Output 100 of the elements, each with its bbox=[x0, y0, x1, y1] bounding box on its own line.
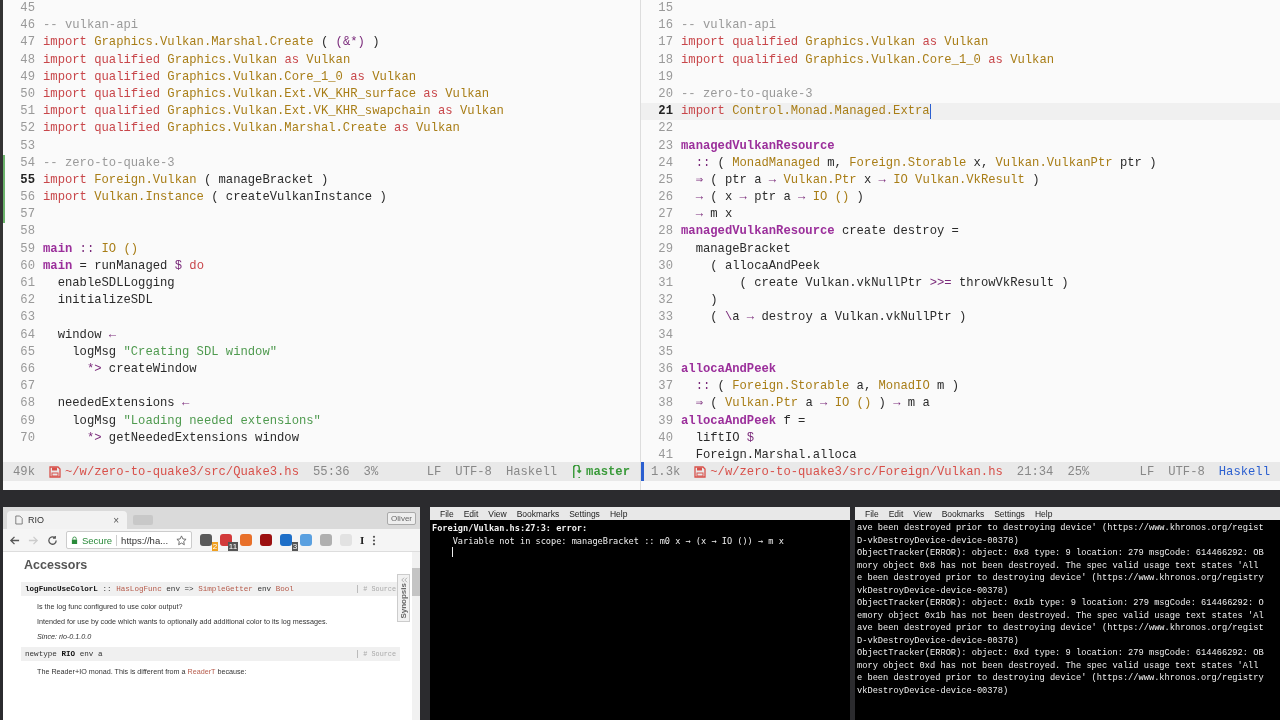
code-line: neededExtensions ← bbox=[56, 395, 190, 413]
code-line: import qualified Graphics.Vulkan.Ext.VK_KHR_surface as Vulkan bbox=[43, 85, 490, 103]
menu-item[interactable]: Help bbox=[1034, 508, 1053, 519]
line-number: 58 bbox=[19, 223, 36, 241]
menu-item[interactable]: Edit bbox=[463, 508, 479, 519]
line-ending: LF bbox=[426, 464, 442, 479]
line-number: 23 bbox=[657, 137, 674, 155]
line-ending: LF bbox=[1139, 464, 1155, 479]
major-mode: Haskell bbox=[505, 464, 558, 479]
line-number: 51 bbox=[19, 103, 36, 121]
line-number: 32 bbox=[657, 292, 674, 310]
line-number: 18 bbox=[657, 51, 674, 69]
code-line: import Foreign.Vulkan ( manageBracket ) bbox=[43, 171, 329, 189]
line-number: 21 bbox=[657, 103, 674, 121]
code-line: liftIO $ bbox=[694, 429, 755, 447]
code-line: import Graphics.Vulkan.Marshal.Create ( (&*) ) bbox=[43, 34, 380, 52]
line-number: 35 bbox=[657, 343, 674, 361]
menu-item[interactable]: View bbox=[488, 508, 507, 519]
line-number: 49 bbox=[19, 68, 36, 86]
browser-tab[interactable]: RIO × bbox=[7, 511, 127, 529]
line-number: 27 bbox=[657, 206, 674, 224]
major-mode: Haskell bbox=[1218, 464, 1270, 479]
line-number: 39 bbox=[657, 412, 674, 430]
code-line: Foreign.Marshal.alloca bbox=[694, 446, 857, 462]
terminal-line: ObjectTracker(ERROR): object: 0x8 type: 9 location: 279 msgCode: 614466292: OB bbox=[857, 547, 1265, 560]
line-number: 15 bbox=[657, 0, 674, 17]
line-number: 41 bbox=[657, 446, 674, 462]
menu-item[interactable]: Bookmarks bbox=[516, 508, 560, 519]
menu-item[interactable]: Settings bbox=[994, 508, 1025, 519]
terminal-line: Foreign/Vulkan.hs:27:3: error: bbox=[432, 522, 589, 535]
terminal-line: Variable not in scope: manageBracket :: m0 x → (x → IO ()) → m x bbox=[451, 534, 785, 547]
extension-icon[interactable] bbox=[280, 534, 293, 546]
code-line: main = runManaged $ do bbox=[43, 257, 204, 275]
code-line: enableSDLLogging bbox=[56, 275, 175, 292]
page-icon bbox=[15, 515, 23, 525]
section-heading: Accessors bbox=[24, 558, 89, 572]
extension-badge: 3 bbox=[291, 542, 299, 551]
line-number: 56 bbox=[19, 189, 36, 207]
code-line: :: ( Foreign.Storable a, MonadIO m ) bbox=[694, 378, 959, 396]
code-line: initializeSDL bbox=[56, 292, 153, 310]
synopsis-tab[interactable]: Synopsis bbox=[397, 574, 410, 622]
scrollbar[interactable] bbox=[412, 552, 420, 720]
code-line: import Vulkan.Instance ( createVulkanInstance ) bbox=[43, 189, 387, 207]
encoding: UTF-8 bbox=[455, 464, 492, 479]
code-line: *> createWindow bbox=[85, 360, 197, 378]
code-line: ( \a → destroy a Vulkan.vkNullPtr ) bbox=[709, 309, 967, 327]
back-icon[interactable] bbox=[9, 534, 20, 546]
secure-label: Secure bbox=[82, 534, 118, 546]
line-number: 20 bbox=[657, 85, 674, 103]
extension-icon[interactable] bbox=[220, 534, 233, 546]
line-number: 46 bbox=[19, 17, 36, 35]
close-tab-button[interactable]: × bbox=[113, 514, 119, 526]
code-line: import qualified Graphics.Vulkan.Core_1_0 as Vulkan bbox=[43, 68, 417, 86]
terminal-line: e been destroyed prior to destroying device' (https://www.khronos.org/registry bbox=[857, 672, 1265, 685]
terminal-line: ObjectTracker(ERROR): object: 0x1b type: 9 location: 279 msgCode: 614466292: O bbox=[857, 597, 1265, 610]
code-line: → m x bbox=[694, 206, 733, 224]
code-line: logMsg "Creating SDL window" bbox=[71, 343, 278, 361]
cursor-position: 55:36 bbox=[313, 464, 350, 479]
file-path: ~/w/zero-to-quake3/src/Quake3.hs bbox=[64, 464, 299, 479]
extension-badge: 2 bbox=[211, 542, 219, 551]
code-line: allocaAndPeek bbox=[681, 360, 777, 378]
menu-icon[interactable] bbox=[372, 534, 377, 546]
menu-item[interactable]: Settings bbox=[569, 508, 600, 519]
menu-item[interactable]: File bbox=[440, 508, 454, 519]
line-number: 26 bbox=[657, 189, 674, 207]
extension-icon[interactable] bbox=[200, 534, 213, 546]
terminal-line: D-vkDestroyDevice-device-00378) bbox=[857, 634, 1020, 647]
code-line: main :: IO () bbox=[43, 240, 139, 258]
code-line: import qualified Graphics.Vulkan as Vulkan bbox=[681, 34, 989, 52]
git-branch-icon bbox=[571, 465, 583, 478]
code-line: import qualified Graphics.Vulkan.Ext.VK_KHR_swapchain as Vulkan bbox=[43, 103, 504, 121]
line-number: 22 bbox=[657, 120, 674, 138]
lock-icon bbox=[71, 535, 78, 545]
menu-item[interactable]: File bbox=[865, 508, 879, 519]
reload-icon[interactable] bbox=[47, 534, 58, 546]
star-icon[interactable] bbox=[176, 534, 188, 546]
menu-item[interactable]: Edit bbox=[888, 508, 904, 519]
line-number: 65 bbox=[19, 343, 36, 361]
extension-icon[interactable] bbox=[260, 534, 273, 546]
menu-item[interactable]: Bookmarks bbox=[941, 508, 985, 519]
address-bar[interactable]: Secure https://ha... bbox=[66, 531, 193, 549]
menu-item[interactable]: View bbox=[913, 508, 932, 519]
file-path: ~/w/zero-to-quake3/src/Foreign/Vulkan.hs bbox=[710, 464, 1003, 479]
code-line: ( create Vulkan.vkNullPtr >>= throwVkResult ) bbox=[738, 275, 1069, 292]
terminal-line: vkDestroyDevice-device-00378) bbox=[857, 684, 1010, 697]
line-number: 31 bbox=[657, 275, 674, 292]
line-number: 52 bbox=[19, 120, 36, 138]
menu-item[interactable]: Help bbox=[609, 508, 628, 519]
line-number: 40 bbox=[657, 429, 674, 447]
line-number: 33 bbox=[657, 309, 674, 327]
code-line: manageBracket bbox=[694, 240, 791, 258]
line-number: 30 bbox=[657, 257, 674, 275]
line-number: 54 bbox=[19, 154, 36, 172]
terminal-line: D-vkDestroyDevice-device-00378) bbox=[857, 534, 1020, 547]
profile-button[interactable]: Oliver bbox=[387, 511, 416, 525]
code-line: import Control.Monad.Managed.Extra bbox=[681, 103, 932, 121]
buffer-size: 1.3k bbox=[651, 464, 681, 479]
code-line: -- vulkan-api bbox=[43, 17, 139, 35]
extension-icon[interactable]: I bbox=[360, 534, 365, 546]
code-line: allocaAndPeek f = bbox=[681, 412, 806, 430]
